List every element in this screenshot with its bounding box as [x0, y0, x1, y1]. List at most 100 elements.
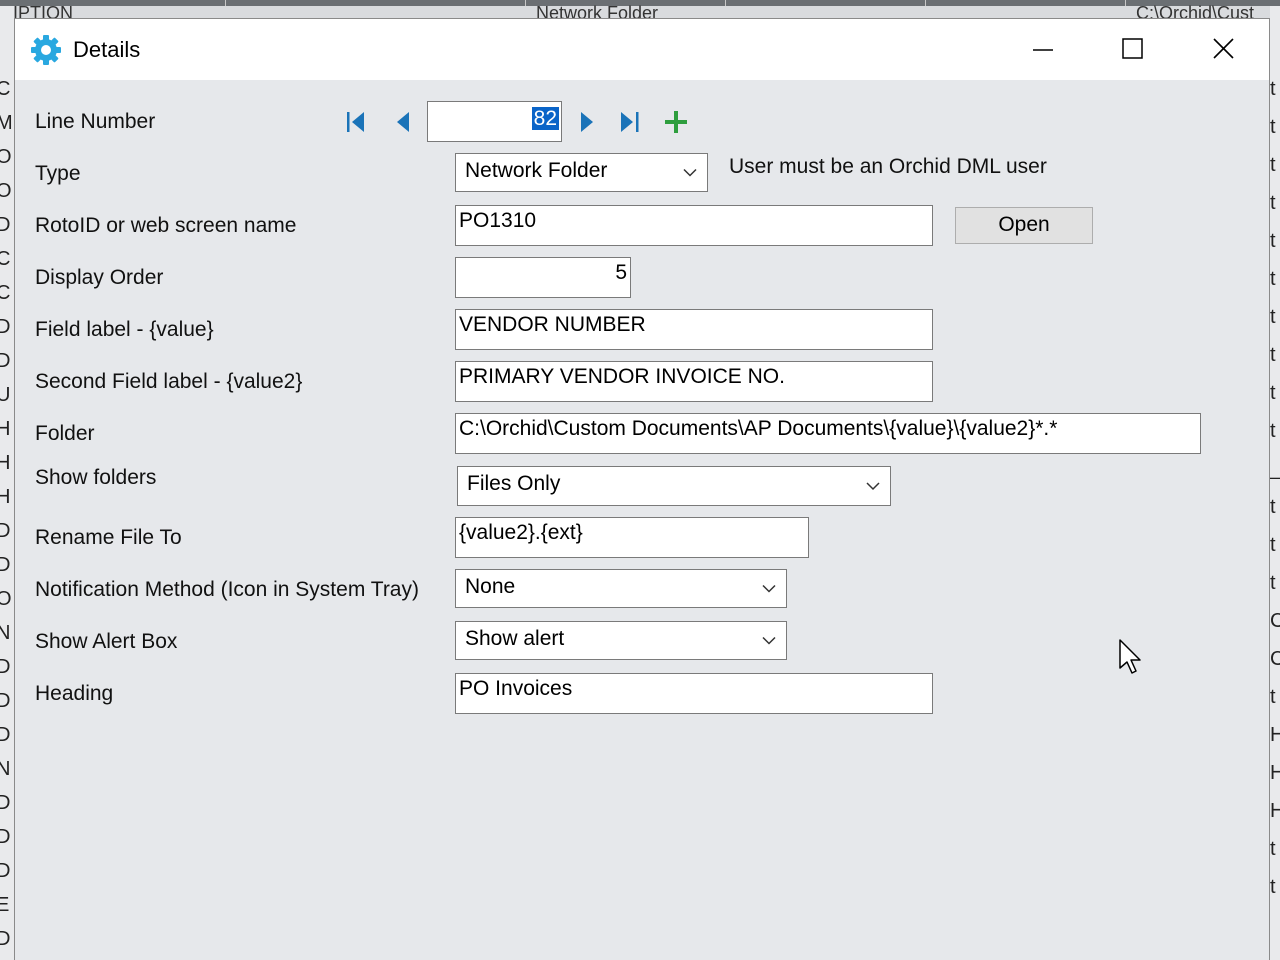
show-alert-box-select-value: Show alert	[465, 627, 565, 650]
show-alert-box-select[interactable]: Show alert	[455, 621, 787, 660]
folder-label: Folder	[35, 422, 95, 445]
add-record-icon[interactable]	[662, 108, 690, 136]
background-row-text: H	[0, 452, 11, 474]
display-order-label: Display Order	[35, 266, 164, 289]
background-row-text: D	[0, 792, 11, 814]
line-number-label: Line Number	[35, 110, 156, 133]
chevron-down-icon	[866, 482, 880, 491]
details-dialog: Details Line Number 82 Type Network Fold…	[14, 18, 1270, 960]
heading-input[interactable]: PO Invoices	[455, 673, 933, 714]
background-row-text: t	[1270, 382, 1276, 404]
background-row-text: t	[1270, 230, 1276, 252]
type-label: Type	[35, 162, 81, 185]
background-row-text: D	[0, 724, 11, 746]
background-row-text: E	[0, 894, 10, 916]
background-row-text: t	[1270, 838, 1276, 860]
maximize-button[interactable]	[1088, 19, 1178, 80]
background-row-text: _	[1270, 458, 1280, 480]
show-alert-box-label: Show Alert Box	[35, 630, 178, 653]
background-row-text: C	[0, 282, 11, 304]
background-row-text: t	[1270, 268, 1276, 290]
show-folders-select-value: Files Only	[467, 472, 561, 495]
background-row-text: N	[0, 758, 11, 780]
type-note: User must be an Orchid DML user	[729, 155, 1047, 178]
open-button[interactable]: Open	[955, 207, 1093, 244]
notification-method-select-value: None	[465, 575, 516, 598]
background-row-text: D	[0, 350, 11, 372]
background-row-text: O	[0, 588, 12, 610]
background-row-text: t	[1270, 876, 1276, 898]
background-row-text: t	[1270, 572, 1276, 594]
background-window-right-edge: tttttttttt_tttCCtHHHtt	[1270, 6, 1280, 960]
background-row-text: D	[0, 860, 11, 882]
background-row-text: M	[0, 112, 13, 134]
line-number-input[interactable]: 82	[427, 101, 562, 142]
background-column-separator	[725, 0, 726, 6]
second-field-label-label: Second Field label - {value2}	[35, 370, 303, 393]
background-row-text: D	[0, 690, 11, 712]
chevron-down-icon	[683, 168, 697, 177]
background-column-separator	[525, 0, 526, 6]
field-label-input[interactable]: VENDOR NUMBER	[455, 309, 933, 350]
background-row-text: C	[1270, 648, 1280, 670]
background-row-text: t	[1270, 116, 1276, 138]
notification-method-label: Notification Method (Icon in System Tray…	[35, 578, 419, 601]
background-column-separator	[1125, 0, 1126, 6]
close-button[interactable]	[1178, 19, 1268, 80]
window-title: Details	[73, 37, 141, 62]
background-row-text: H	[1270, 762, 1280, 784]
background-row-text: H	[0, 418, 11, 440]
background-row-text: t	[1270, 496, 1276, 518]
first-record-icon[interactable]	[342, 108, 370, 136]
minimize-icon	[1033, 49, 1053, 51]
background-row-text: D	[0, 928, 11, 950]
background-row-text: D	[0, 316, 11, 338]
background-column-text: C:\Orchid\Cust	[1136, 5, 1255, 19]
background-row-text: H	[1270, 724, 1280, 746]
background-window-left-edge: CMOODCCDDUHHHDDONDDDNDDDEDN	[0, 6, 14, 960]
last-record-icon[interactable]	[615, 108, 643, 136]
background-row-text: t	[1270, 534, 1276, 556]
display-order-input[interactable]: 5	[455, 257, 631, 298]
gear-icon	[29, 33, 63, 67]
background-row-text: D	[0, 554, 11, 576]
background-row-text: t	[1270, 154, 1276, 176]
heading-label: Heading	[35, 682, 114, 705]
field-label-label: Field label - {value}	[35, 318, 214, 341]
mouse-cursor-icon	[1119, 639, 1141, 674]
title-bar[interactable]: Details	[15, 19, 1269, 80]
second-field-label-input[interactable]: PRIMARY VENDOR INVOICE NO.	[455, 361, 933, 402]
background-column-text: Network Folder	[536, 5, 659, 19]
background-row-text: t	[1270, 192, 1276, 214]
background-row-text: H	[0, 486, 11, 508]
rename-file-to-input[interactable]: {value2}.{ext}	[455, 517, 809, 558]
previous-record-icon[interactable]	[389, 108, 417, 136]
notification-method-select[interactable]: None	[455, 569, 787, 608]
background-column-separator	[925, 0, 926, 6]
background-row-text: D	[0, 214, 11, 236]
chevron-down-icon	[762, 584, 776, 593]
show-folders-select[interactable]: Files Only	[457, 466, 891, 506]
background-row-text: t	[1270, 686, 1276, 708]
close-icon	[1213, 38, 1234, 59]
roto-id-label: RotoID or web screen name	[35, 214, 297, 237]
type-select[interactable]: Network Folder	[455, 153, 708, 192]
next-record-icon[interactable]	[573, 108, 601, 136]
background-row-text: t	[1270, 344, 1276, 366]
background-row-text: C	[1270, 610, 1280, 632]
background-row-text: O	[0, 146, 12, 168]
minimize-button[interactable]	[998, 19, 1088, 80]
roto-id-input[interactable]: PO1310	[455, 205, 933, 246]
line-number-value: 82	[531, 107, 559, 130]
background-row-text: t	[1270, 306, 1276, 328]
background-row-text: C	[0, 78, 11, 100]
background-row-text: t	[1270, 78, 1276, 100]
chevron-down-icon	[762, 636, 776, 645]
background-column-separator	[225, 0, 226, 6]
show-folders-label: Show folders	[35, 466, 157, 489]
maximize-icon	[1122, 38, 1143, 59]
background-row-text: D	[0, 826, 11, 848]
folder-input[interactable]: C:\Orchid\Custom Documents\AP Documents\…	[455, 413, 1201, 454]
background-row-text: D	[0, 520, 11, 542]
rename-file-to-label: Rename File To	[35, 526, 182, 549]
